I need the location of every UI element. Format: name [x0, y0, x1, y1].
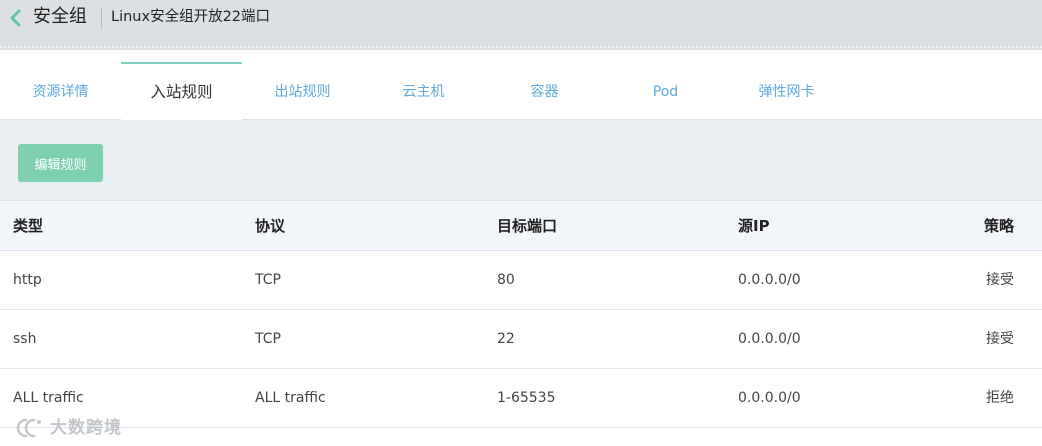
cell-source-ip: 0.0.0.0/0 — [738, 331, 801, 347]
inbound-rules-table: 类型 协议 目标端口 源IP 策略 http TCP 80 0.0.0.0/0 … — [0, 200, 1042, 428]
security-group-page: 安全组 Linux安全组开放22端口 资源详情 入站规则 出站规则 云主机 容器… — [0, 0, 1042, 446]
cell-type: http — [13, 272, 42, 288]
table-header: 类型 协议 目标端口 源IP 策略 — [0, 200, 1042, 251]
cell-port: 1-65535 — [497, 390, 556, 406]
cell-protocol: TCP — [255, 272, 281, 288]
page-title: 安全组 — [33, 6, 87, 27]
column-header-source-ip: 源IP — [738, 217, 770, 235]
tab-inbound-rules[interactable]: 入站规则 — [121, 62, 242, 121]
column-header-port: 目标端口 — [497, 217, 558, 235]
cell-protocol: TCP — [255, 331, 281, 347]
cell-policy: 接受 — [986, 331, 1014, 347]
column-header-protocol: 协议 — [255, 217, 286, 235]
tab-cloud-hosts[interactable]: 云主机 — [363, 62, 484, 120]
tab-containers[interactable]: 容器 — [484, 62, 605, 120]
tab-bar: 资源详情 入站规则 出站规则 云主机 容器 Pod 弹性网卡 — [0, 62, 1042, 121]
cell-policy: 拒绝 — [986, 390, 1014, 406]
cell-source-ip: 0.0.0.0/0 — [738, 272, 801, 288]
watermark-text: 大数跨境 — [50, 418, 122, 438]
cell-policy: 接受 — [986, 272, 1014, 288]
cell-source-ip: 0.0.0.0/0 — [738, 390, 801, 406]
tab-elastic-nic[interactable]: 弹性网卡 — [726, 62, 847, 120]
table-row: ssh TCP 22 0.0.0.0/0 接受 — [0, 310, 1042, 369]
table-row: ALL traffic ALL traffic 1-65535 0.0.0.0/… — [0, 369, 1042, 428]
tab-resource-details[interactable]: 资源详情 — [0, 62, 121, 120]
column-header-type: 类型 — [13, 217, 44, 235]
cell-protocol: ALL traffic — [255, 390, 326, 406]
cell-type: ssh — [13, 331, 37, 347]
security-group-name: Linux安全组开放22端口 — [111, 9, 271, 25]
cell-port: 22 — [497, 331, 515, 347]
title-divider — [101, 7, 102, 29]
chevron-left-icon[interactable] — [7, 7, 25, 29]
tab-outbound-rules[interactable]: 出站规则 — [242, 62, 363, 120]
cell-port: 80 — [497, 272, 515, 288]
header-bar: 安全组 Linux安全组开放22端口 — [0, 0, 1042, 50]
table-row: http TCP 80 0.0.0.0/0 接受 — [0, 251, 1042, 310]
watermark-logo-icon — [16, 418, 41, 438]
edit-rules-button[interactable]: 编辑规则 — [18, 144, 103, 182]
column-header-policy: 策略 — [983, 217, 1014, 235]
tab-pod[interactable]: Pod — [605, 62, 726, 120]
toolbar: 编辑规则 — [0, 120, 1042, 200]
